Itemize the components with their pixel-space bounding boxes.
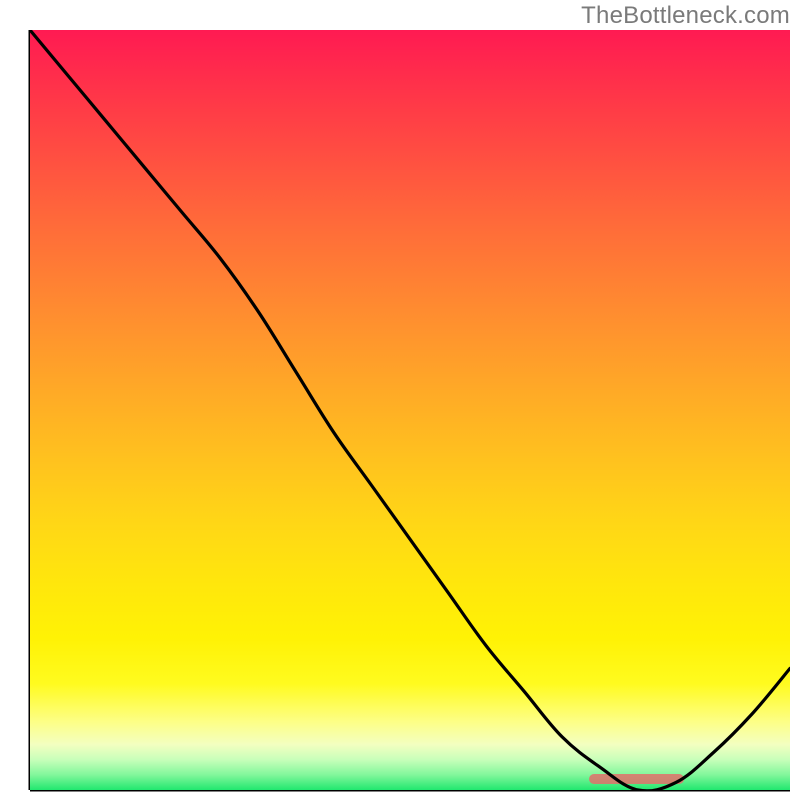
chart-container: TheBottleneck.com [0, 0, 800, 800]
plot-area [30, 30, 790, 790]
watermark-text: TheBottleneck.com [581, 2, 790, 30]
bottleneck-curve [30, 30, 790, 790]
